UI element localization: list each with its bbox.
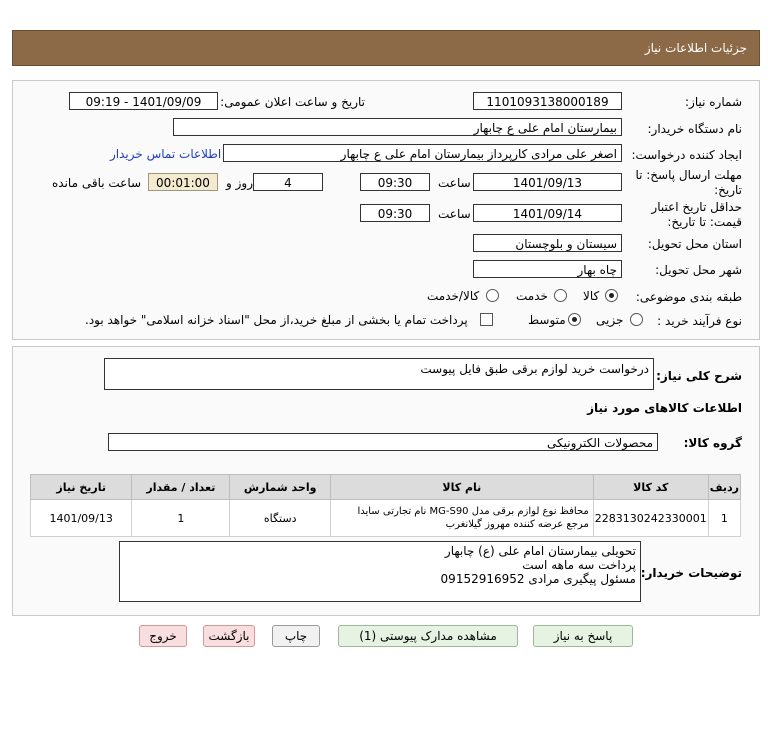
col-header-need-date: تاریخ نیاز xyxy=(29,474,133,500)
cell-quantity: 1 xyxy=(131,499,231,537)
process-minor-radio[interactable] xyxy=(630,313,643,326)
col-header-quantity: تعداد / مقدار xyxy=(131,474,231,500)
city-label: شهر محل تحویل: xyxy=(655,263,742,277)
deadline-label-1: مهلت ارسال پاسخ: تا xyxy=(635,168,742,182)
reply-button[interactable]: پاسخ به نیاز xyxy=(533,625,633,647)
category-goods-radio[interactable] xyxy=(605,289,618,302)
col-header-code: کد کالا xyxy=(592,474,709,500)
buyer-notes-line-2: پرداخت سه ماهه است xyxy=(522,558,636,572)
description-box: درخواست خرید لوازم برقی طبق فایل پیوست xyxy=(104,358,654,390)
announce-value: 1401/09/09 - 09:19 xyxy=(69,92,218,110)
description-label: شرح کلی نیاز: xyxy=(656,369,742,383)
buyer-org-label: نام دستگاه خریدار: xyxy=(647,122,743,136)
back-button[interactable]: بازگشت xyxy=(203,625,255,647)
deadline-label-2: تاریخ: xyxy=(714,183,742,197)
cell-code: 2283130242330001 xyxy=(592,499,709,537)
buyer-notes-line-3: مسئول پیگیری مرادی 09152916952 xyxy=(440,572,636,586)
remaining-label: ساعت باقی مانده xyxy=(52,176,142,190)
page-title: جزئیات اطلاعات نیاز xyxy=(644,41,747,55)
items-table: ردیف کد کالا نام کالا واحد شمارش تعداد /… xyxy=(29,474,742,537)
cell-name: محافظ نوع لوازم برقی مدل MG-S90 نام تجار… xyxy=(329,499,594,537)
buyer-contact-link[interactable]: اطلاعات تماس خریدار xyxy=(110,147,221,161)
goods-info-title: اطلاعات کالاهای مورد نیاز xyxy=(587,401,742,415)
category-goods-service-label: کالا/خدمت xyxy=(427,289,480,303)
cell-need-date: 1401/09/13 xyxy=(29,499,133,537)
requester-value: اصغر علی مرادی کارپرداز بیمارستان امام ع… xyxy=(223,144,622,162)
category-service-label: خدمت xyxy=(516,289,548,303)
cell-unit: دستگاه xyxy=(229,499,331,537)
process-label: نوع فرآیند خرید : xyxy=(657,314,742,328)
col-header-unit: واحد شمارش xyxy=(229,474,331,500)
validity-time-label: ساعت xyxy=(438,207,471,221)
province-label: استان محل تحویل: xyxy=(647,237,742,251)
deadline-time-label: ساعت xyxy=(438,176,471,190)
announce-label: تاریخ و ساعت اعلان عمومی: xyxy=(220,95,365,109)
category-label: طبقه بندی موضوعی: xyxy=(635,290,742,304)
need-number-label: شماره نیاز: xyxy=(685,95,742,109)
process-medium-radio[interactable] xyxy=(568,313,581,326)
col-header-name: نام کالا xyxy=(329,474,594,500)
deadline-date: 1401/09/13 xyxy=(473,173,622,191)
treasury-payment-note: پرداخت تمام یا بخشی از مبلغ خرید،از محل … xyxy=(85,313,468,327)
treasury-payment-checkbox[interactable] xyxy=(480,313,493,326)
goods-group-label: گروه کالا: xyxy=(683,436,742,450)
remaining-time: 00:01:00 xyxy=(148,173,218,191)
category-goods-label: کالا xyxy=(583,289,600,303)
need-number-value: 1101093138000189 xyxy=(473,92,622,110)
buyer-org-value: بیمارستان امام علی ع چابهار xyxy=(173,118,622,136)
validity-date: 1401/09/14 xyxy=(473,204,622,222)
goods-group-value: محصولات الکترونیکی xyxy=(108,433,658,451)
exit-button[interactable]: خروج xyxy=(139,625,187,647)
cell-row-number: 1 xyxy=(707,499,742,537)
table-row: 1 2283130242330001 محافظ نوع لوازم برقی … xyxy=(29,499,742,537)
buyer-notes-line-1: تحویلی بیمارستان امام علی (ع) چابهار xyxy=(444,544,636,558)
buyer-notes-label: توضیحات خریدار: xyxy=(640,566,742,580)
deadline-days-label: روز و xyxy=(226,176,253,190)
validity-time: 09:30 xyxy=(360,204,430,222)
print-button[interactable]: چاپ xyxy=(272,625,320,647)
category-service-radio[interactable] xyxy=(554,289,567,302)
validity-label-1: حداقل تاریخ اعتبار xyxy=(651,200,742,214)
city-value: چاه بهار xyxy=(473,260,622,278)
deadline-time: 09:30 xyxy=(360,173,430,191)
validity-label-2: قیمت: تا تاریخ: xyxy=(667,215,742,229)
description-value: درخواست خرید لوازم برقی طبق فایل پیوست xyxy=(420,362,649,376)
process-medium-label: متوسط xyxy=(528,313,566,327)
process-minor-label: جزیی xyxy=(596,313,624,327)
view-attachments-button[interactable]: مشاهده مدارک پیوستی (1) xyxy=(338,625,518,647)
requester-label: ایجاد کننده درخواست: xyxy=(631,148,742,162)
category-goods-service-radio[interactable] xyxy=(486,289,499,302)
province-value: سیستان و بلوچستان xyxy=(473,234,622,252)
buyer-notes-box: تحویلی بیمارستان امام علی (ع) چابهار پرد… xyxy=(119,541,641,602)
table-header-row: ردیف کد کالا نام کالا واحد شمارش تعداد /… xyxy=(29,474,742,500)
deadline-days: 4 xyxy=(253,173,323,191)
page-header: جزئیات اطلاعات نیاز xyxy=(12,30,760,66)
col-header-row-number: ردیف xyxy=(707,474,742,500)
